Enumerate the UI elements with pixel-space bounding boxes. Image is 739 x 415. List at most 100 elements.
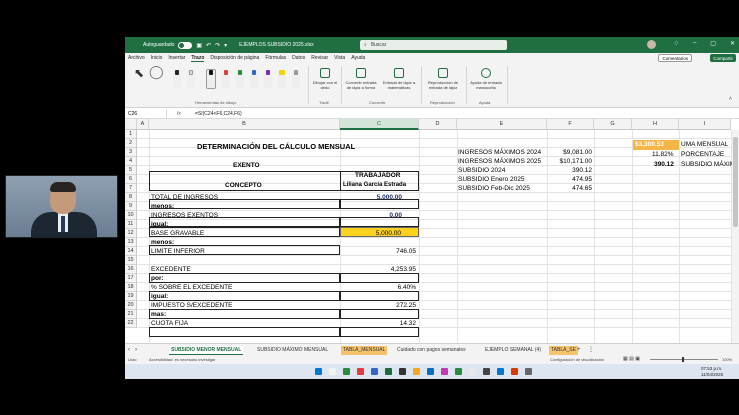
row-header[interactable]: 1 [125, 130, 137, 139]
row-header[interactable]: 15 [125, 256, 137, 265]
pen-purple-icon[interactable] [264, 70, 272, 88]
row-header[interactable]: 12 [125, 229, 137, 238]
row-header[interactable]: 8 [125, 193, 137, 202]
menu-insertar[interactable]: Insertar [168, 55, 185, 61]
row-header[interactable]: 17 [125, 274, 137, 283]
spotify-icon[interactable] [455, 368, 462, 375]
ink-to-math-button[interactable]: Entrada de lápiz a matemáticas [381, 68, 417, 90]
redo-icon[interactable]: ↷ [215, 42, 220, 49]
row-header[interactable]: 6 [125, 175, 137, 184]
pen-selected-icon[interactable] [206, 69, 216, 89]
lightbulb-icon[interactable]: ♢ [674, 40, 679, 47]
maximize-icon[interactable]: ▢ [710, 40, 716, 47]
column-header-g[interactable]: G [594, 119, 632, 130]
draw-with-finger-button[interactable]: Dibujar con el dedo [311, 68, 339, 90]
search-icon[interactable] [329, 368, 336, 375]
tab-cuidado[interactable]: Cuidado con pagos semanales [397, 346, 466, 355]
status-accessibility[interactable]: Accesibilidad: es necesario investigar [149, 357, 215, 362]
menu-inicio[interactable]: Inicio [151, 55, 163, 61]
zoom-slider-thumb[interactable] [682, 357, 684, 362]
zoom-level[interactable]: 100% [722, 357, 732, 362]
pen-black-icon[interactable] [173, 70, 181, 88]
column-header-h[interactable]: H [632, 119, 679, 130]
menu-revisar[interactable]: Revisar [311, 55, 328, 61]
autosave-toggle[interactable] [178, 41, 193, 49]
files-icon[interactable] [413, 368, 420, 375]
column-header-i[interactable]: I [679, 119, 731, 130]
store-icon[interactable] [427, 368, 434, 375]
undo-icon[interactable]: ↶ [206, 42, 211, 49]
close-icon[interactable]: ✕ [730, 40, 735, 47]
zoom-slider[interactable] [650, 359, 718, 360]
tab-tabla-mensual[interactable]: TABLA_MENSUAL [341, 346, 388, 355]
settings-icon[interactable] [525, 368, 532, 375]
customize-toolbar-icon[interactable]: ▾ [224, 42, 227, 49]
tab-tabla-se[interactable]: TABLA_SE [549, 346, 578, 355]
column-header-c[interactable]: C [340, 119, 419, 130]
share-button[interactable]: Compartir [710, 54, 736, 62]
row-header[interactable]: 14 [125, 247, 137, 256]
minimize-icon[interactable]: – [693, 40, 696, 47]
row-header[interactable]: 16 [125, 265, 137, 274]
notes-icon[interactable] [469, 368, 476, 375]
row-header[interactable]: 19 [125, 292, 137, 301]
column-header-f[interactable]: F [547, 119, 594, 130]
collapse-ribbon-icon[interactable]: ˄ [729, 97, 732, 102]
menu-vista[interactable]: Vista [334, 55, 345, 61]
chrome-icon[interactable] [357, 368, 364, 375]
pen-blue-icon[interactable] [250, 70, 258, 88]
row-header[interactable]: 21 [125, 310, 137, 319]
select-all-corner[interactable] [125, 119, 137, 130]
row-header[interactable]: 5 [125, 166, 137, 175]
edge-icon[interactable] [371, 368, 378, 375]
comments-button[interactable]: Comentarios [658, 54, 692, 62]
sheet-menu-icon[interactable]: ⋮ [588, 346, 594, 355]
tab-subsidio-menor[interactable]: SUBSIDIO MENOR MENSUAL [169, 346, 244, 355]
tab-subsidio-maximo[interactable]: SUBSIDIO MÁXIMO MENSUAL [257, 346, 328, 355]
avatar[interactable] [647, 40, 656, 49]
pen-red-icon[interactable] [222, 70, 230, 88]
word-icon[interactable] [497, 368, 504, 375]
add-pen-icon[interactable] [292, 70, 300, 88]
pen-green-icon[interactable] [236, 70, 244, 88]
row-header[interactable]: 18 [125, 283, 137, 292]
fx-icon[interactable]: fx [167, 111, 191, 117]
row-header[interactable]: 22 [125, 319, 137, 328]
menu-formulas[interactable]: Fórmulas [265, 55, 286, 61]
row-header[interactable]: 7 [125, 184, 137, 193]
pen-white-icon[interactable] [187, 70, 195, 88]
teams-icon[interactable] [441, 368, 448, 375]
scrollbar-thumb[interactable] [733, 137, 738, 227]
row-header[interactable]: 3 [125, 148, 137, 157]
next-sheet-icon[interactable]: › [135, 346, 137, 355]
row-header[interactable]: 10 [125, 211, 137, 220]
formula-input[interactable]: =SI(C24<F6,C24,F6) [191, 111, 242, 117]
view-icons[interactable]: ▦ ▤ ▣ [623, 356, 640, 362]
save-icon[interactable]: ▣ [196, 42, 202, 49]
prev-sheet-icon[interactable]: ‹ [128, 346, 130, 355]
column-header-a[interactable]: A [137, 119, 149, 130]
row-header[interactable]: 4 [125, 157, 137, 166]
menu-archivo[interactable]: Archivo [128, 55, 145, 61]
obs-icon[interactable] [483, 368, 490, 375]
column-header-b[interactable]: B [149, 119, 340, 130]
worksheet-grid[interactable]: A B C D E F G H I 1 2 3 4 5 6 7 8 9 10 11 12 13 14 15 1… [125, 119, 739, 343]
row-header[interactable]: 9 [125, 202, 137, 211]
menu-disposicion[interactable]: Disposición de página [210, 55, 259, 61]
row-header[interactable]: 11 [125, 220, 137, 229]
ink-to-shape-button[interactable]: Convertir entrada de lápiz a forma [343, 68, 379, 90]
terminal-icon[interactable] [399, 368, 406, 375]
display-settings[interactable]: Configuración de visualización [550, 357, 604, 362]
lasso-icon[interactable]: ◯ [149, 65, 164, 78]
highlighter-yellow-icon[interactable] [278, 70, 286, 88]
widgets-icon[interactable] [343, 368, 350, 375]
ink-replay-button[interactable]: Reproducción de entrada de lápiz [423, 68, 463, 90]
tab-ejemplo-semanal[interactable]: EJEMPLO SEMANAL (4) [485, 346, 541, 355]
row-header[interactable]: 2 [125, 139, 137, 148]
name-box[interactable]: C26 [125, 108, 167, 119]
menu-ayuda[interactable]: Ayuda [351, 55, 365, 61]
search-box[interactable]: ⌕ Buscar [360, 40, 507, 50]
menu-datos[interactable]: Datos [292, 55, 305, 61]
ink-help-button[interactable]: Ayuda de entrada manuscrita [468, 68, 504, 90]
column-header-d[interactable]: D [419, 119, 457, 130]
